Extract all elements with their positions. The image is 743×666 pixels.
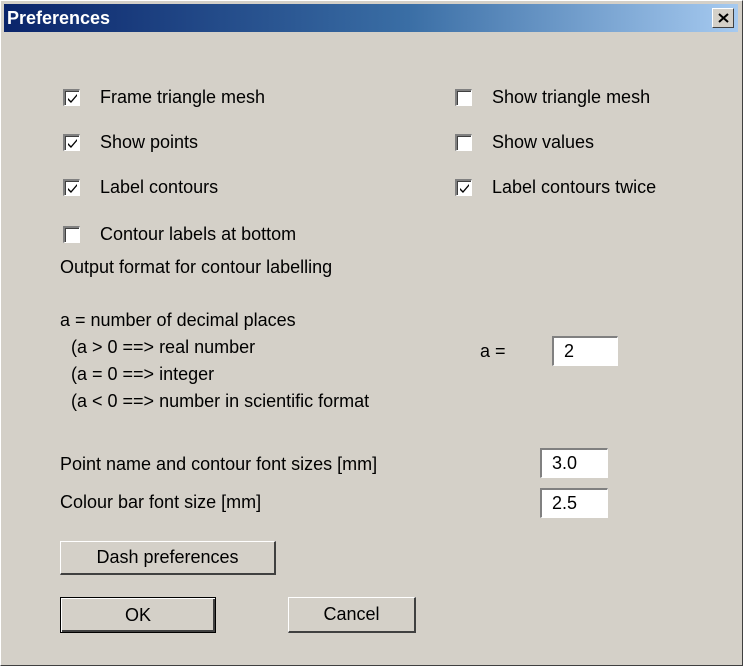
checkbox-box[interactable] xyxy=(455,178,472,196)
scientific-format-description: (a < 0 ==> number in scientific format xyxy=(71,391,370,411)
checkbox-frame-triangle-mesh[interactable]: Frame triangle mesh xyxy=(63,84,265,110)
checkbox-label: Show values xyxy=(492,131,595,152)
integer-description: (a = 0 ==> integer xyxy=(71,364,215,384)
checkbox-box[interactable] xyxy=(63,178,80,196)
checkbox-label: Show triangle mesh xyxy=(492,86,651,107)
check-mark-icon xyxy=(68,138,77,148)
real-number-description: (a > 0 ==> real number xyxy=(71,337,256,357)
checkbox-label: Contour labels at bottom xyxy=(100,223,297,244)
checkbox-box[interactable] xyxy=(63,133,80,151)
checkbox-box[interactable] xyxy=(63,88,80,106)
close-icon xyxy=(718,13,729,23)
checkbox-show-values[interactable]: Show values xyxy=(455,129,594,155)
checkbox-contour-labels-at-bottom[interactable]: Contour labels at bottom xyxy=(63,221,296,247)
a-field-label: a = xyxy=(480,341,506,361)
close-button[interactable] xyxy=(712,8,734,28)
point-font-size-label: Point name and contour font sizes [mm] xyxy=(60,454,378,474)
checkbox-label-contours[interactable]: Label contours xyxy=(63,174,218,200)
decimal-places-input[interactable]: 2 xyxy=(552,336,618,366)
ok-button[interactable]: OK xyxy=(60,597,216,633)
preferences-dialog: Preferences Frame triangle mesh Show tri… xyxy=(0,0,743,666)
checkbox-label: Frame triangle mesh xyxy=(100,86,266,107)
colour-bar-font-size-input[interactable]: 2.5 xyxy=(540,488,608,518)
output-format-heading: Output format for contour labelling xyxy=(60,257,333,277)
point-font-size-input[interactable]: 3.0 xyxy=(540,448,608,478)
checkbox-label-contours-twice[interactable]: Label contours twice xyxy=(455,174,656,200)
checkbox-show-points[interactable]: Show points xyxy=(63,129,198,155)
cancel-button[interactable]: Cancel xyxy=(288,597,416,633)
colour-bar-font-size-label: Colour bar font size [mm] xyxy=(60,492,262,512)
check-mark-icon xyxy=(68,183,77,193)
checkbox-label: Label contours twice xyxy=(492,176,657,197)
dialog-title: Preferences xyxy=(7,8,111,28)
decimal-places-description: a = number of decimal places xyxy=(60,310,296,330)
check-mark-icon xyxy=(68,93,77,103)
title-bar: Preferences xyxy=(4,4,738,32)
checkbox-show-triangle-mesh[interactable]: Show triangle mesh xyxy=(455,84,650,110)
checkbox-label: Show points xyxy=(100,131,199,152)
checkbox-label: Label contours xyxy=(100,176,219,197)
checkbox-box[interactable] xyxy=(455,88,472,106)
checkbox-box[interactable] xyxy=(455,133,472,151)
dash-preferences-button[interactable]: Dash preferences xyxy=(60,541,276,575)
check-mark-icon xyxy=(460,183,469,193)
checkbox-box[interactable] xyxy=(63,225,80,243)
